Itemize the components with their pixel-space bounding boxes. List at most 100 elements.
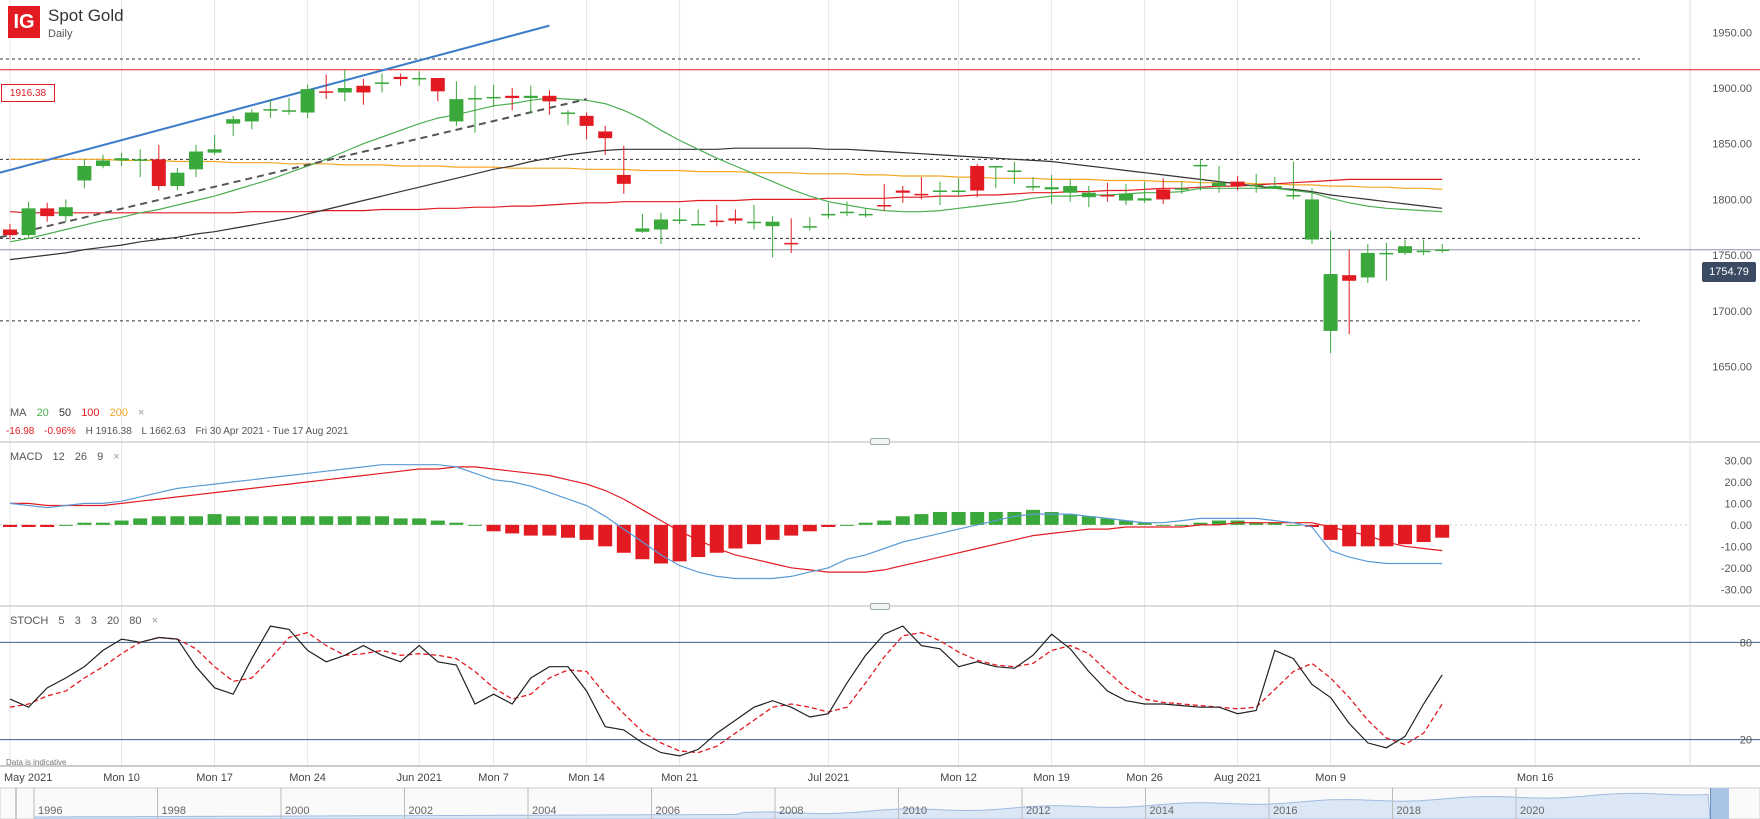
candle-up [765, 221, 780, 227]
candle-up [1026, 186, 1040, 188]
x-axis-tick: Mon 10 [103, 772, 140, 784]
macd-param-signal[interactable]: 9 [97, 451, 103, 463]
macd-histogram-bar-negative [784, 524, 799, 536]
macd-histogram-bar-positive [988, 511, 1003, 525]
macd-line [9, 464, 1443, 580]
price-axis-tick: 1950.00 [1712, 27, 1752, 39]
candle-up [1360, 252, 1375, 278]
candle-down [430, 77, 445, 92]
candle-down [1100, 194, 1115, 197]
ma-legend-period-200[interactable]: 200 [110, 407, 128, 419]
candle-up [1379, 252, 1394, 255]
candle-up [1305, 199, 1319, 240]
ma-legend-period-20[interactable]: 20 [37, 407, 49, 419]
macd-histogram-bar-negative [802, 524, 817, 532]
high-level-label: 1916.38 [1, 84, 55, 102]
candle-down [319, 91, 334, 93]
macd-histogram-bar-positive [96, 522, 110, 525]
macd-histogram-bar-positive [393, 518, 408, 525]
candle-up [747, 221, 761, 224]
price-axis-tick: 1800.00 [1712, 194, 1752, 206]
candle-down [895, 190, 910, 193]
date-range: Fri 30 Apr 2021 - Tue 17 Aug 2021 [195, 426, 349, 437]
candle-up [133, 159, 148, 161]
stoch-legend-label: STOCH [10, 615, 49, 627]
stoch-d-line [9, 631, 1443, 754]
candle-up [189, 151, 203, 170]
price-axis-tick: 1650.00 [1712, 362, 1752, 374]
macd-histogram-bar-positive [1081, 516, 1096, 525]
macd-histogram-bar-positive [430, 520, 445, 525]
disclaimer-text: Data is indicative [6, 758, 67, 767]
navigator-year-label: 2012 [1026, 805, 1050, 817]
pane-resize-handle[interactable] [870, 603, 890, 610]
macd-histogram-bar-positive [133, 518, 148, 525]
candle-down [914, 193, 929, 196]
macd-histogram-bar-positive [951, 511, 966, 525]
x-axis-tick: Mon 24 [289, 772, 326, 784]
macd-histogram-bar-negative [21, 524, 36, 527]
macd-axis-tick: -10.00 [1721, 541, 1752, 553]
candle-up [1063, 186, 1078, 193]
candle-down [877, 205, 892, 207]
candle-down [393, 76, 408, 80]
candle-up [840, 211, 854, 214]
macd-histogram-bar-positive [319, 516, 334, 525]
price-axis-tick: 1700.00 [1712, 306, 1752, 318]
macd-histogram-bar-positive [170, 516, 185, 525]
x-axis-tick: Mon 21 [661, 772, 698, 784]
macd-remove-icon[interactable]: × [113, 451, 119, 463]
candle-up [58, 207, 73, 217]
macd-histogram-bar-negative [523, 524, 538, 536]
stoch-remove-icon[interactable]: × [152, 615, 158, 627]
pane-resize-handle[interactable] [870, 438, 890, 445]
stoch-param-upper[interactable]: 80 [129, 615, 141, 627]
ma-legend-period-50[interactable]: 50 [59, 407, 71, 419]
x-axis-tick: Mon 17 [196, 772, 233, 784]
navigator-range-handle[interactable] [1710, 788, 1729, 819]
macd-histogram-bar-positive [226, 516, 241, 525]
navigator-year-label: 2002 [409, 805, 433, 817]
navigator-year-label: 2020 [1520, 805, 1544, 817]
ma-remove-icon[interactable]: × [138, 407, 144, 419]
price-axis-tick: 1900.00 [1712, 83, 1752, 95]
x-axis-tick: Mon 12 [940, 772, 977, 784]
candle-up [77, 166, 92, 181]
ma-legend-period-100[interactable]: 100 [81, 407, 99, 419]
candle-up [96, 160, 110, 166]
macd-histogram-bar-positive [449, 522, 464, 525]
macd-histogram-bar-negative [505, 524, 520, 534]
ma-legend: MA 20 50 100 200 × [10, 407, 151, 419]
trendline [0, 24, 550, 174]
macd-param-fast[interactable]: 12 [52, 451, 64, 463]
macd-histogram-bar-positive [282, 516, 296, 525]
stoch-param-k[interactable]: 5 [58, 615, 64, 627]
ohlc-info: -16.98 -0.96% H 1916.38 L 1662.63 Fri 30… [6, 426, 355, 437]
stoch-param-smooth[interactable]: 3 [91, 615, 97, 627]
candle-up [226, 119, 241, 124]
macd-histogram-bar-positive [151, 516, 166, 525]
macd-histogram-bar-positive [933, 511, 947, 525]
candle-up [282, 110, 296, 112]
macd-axis-tick: -30.00 [1721, 584, 1752, 596]
candle-down [542, 95, 557, 102]
candle-up [1007, 170, 1022, 172]
macd-histogram-bar-negative [672, 524, 687, 562]
stoch-param-lower[interactable]: 20 [107, 615, 119, 627]
macd-histogram-bar-negative [691, 524, 706, 558]
stoch-axis-tick: 80 [1740, 637, 1752, 649]
navigator-year-label: 1996 [38, 805, 62, 817]
candle-up [672, 219, 687, 221]
macd-histogram-bar-positive [356, 516, 371, 525]
macd-param-slow[interactable]: 26 [75, 451, 87, 463]
candle-up [988, 166, 1003, 168]
candle-down [40, 208, 55, 217]
chart-canvas[interactable]: 1950.00 1900.00 1850.00 1800.00 1750.00 1700.… [0, 0, 1760, 819]
candle-up [1267, 186, 1282, 189]
macd-histogram-bar-positive [77, 522, 92, 525]
candle-up [561, 112, 575, 115]
ma-legend-label: MA [10, 407, 27, 419]
current-price-label: 1754.79 [1702, 262, 1756, 282]
candle-up [654, 219, 668, 230]
stoch-param-d[interactable]: 3 [75, 615, 81, 627]
